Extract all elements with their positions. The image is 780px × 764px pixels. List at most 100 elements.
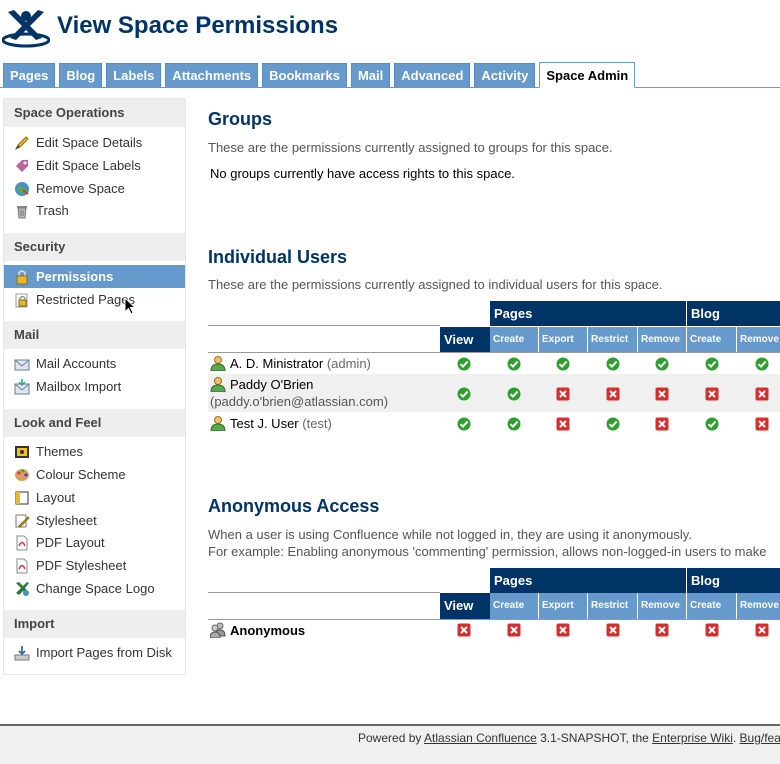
user-name-cell: Test J. User (test) (210, 415, 332, 431)
user-icon (210, 416, 226, 431)
user-username: (test) (302, 415, 332, 431)
sidebar-item-label: Themes (36, 444, 83, 459)
tab-activity[interactable]: Activity (474, 63, 536, 87)
column-view: View (440, 593, 490, 619)
sidebar-item-label: Stylesheet (36, 513, 97, 528)
permission-granted-icon-blog-create (705, 417, 719, 431)
permission-granted-icon-view (457, 387, 471, 401)
individual-users-heading: Individual Users (208, 247, 348, 267)
table-row: Paddy O'Brien (paddy.o'brien@atlassian.c… (208, 374, 780, 412)
mail-accounts-icon (14, 356, 30, 372)
sidebar-item-label: Permissions (36, 269, 114, 284)
sidebar-item-restricted-pages[interactable]: Restricted Pages (4, 288, 185, 311)
sidebar-item-import-pages-from-disk[interactable]: Import Pages from Disk (4, 641, 185, 664)
section-space-operations: Space Operations (4, 99, 185, 127)
anonymous-description-1: When a user is using Confluence while no… (208, 527, 692, 542)
column-group-pages: Pages (490, 301, 686, 326)
table-row: Test J. User (test) (208, 412, 780, 435)
column-pages-remove: Remove (638, 593, 686, 619)
import-disk-icon (14, 645, 30, 661)
permission-granted-icon-blog-create (705, 357, 719, 371)
bug-feature-link[interactable]: Bug/fea (740, 731, 780, 745)
permission-denied-icon-view (457, 623, 471, 637)
user-icon (210, 356, 226, 371)
sidebar-item-edit-space-details[interactable]: Edit Space Details (4, 131, 185, 154)
sidebar-item-label: Edit Space Details (36, 135, 143, 150)
tab-labels[interactable]: Labels (106, 63, 162, 87)
sidebar-item-permissions[interactable]: Permissions (4, 265, 185, 288)
sidebar-item-trash[interactable]: Trash (4, 199, 185, 222)
confluence-logo[interactable] (1, 8, 51, 48)
permission-granted-icon-pages-create (507, 357, 521, 371)
footer-version: 3.1-SNAPSHOT, the (536, 731, 653, 745)
groups-description: These are the permissions currently assi… (208, 140, 613, 155)
tab-space-admin[interactable]: Space Admin (539, 62, 636, 88)
atlassian-confluence-link[interactable]: Atlassian Confluence (424, 731, 537, 745)
permission-denied-icon-pages-create (507, 623, 521, 637)
permission-granted-icon-pages-create (507, 417, 521, 431)
footer: Powered by Atlassian Confluence 3.1-SNAP… (0, 724, 780, 764)
permission-granted-icon-view (457, 357, 471, 371)
user-icon (210, 377, 226, 392)
tab-mail[interactable]: Mail (350, 63, 391, 87)
column-group-pages: Pages (490, 568, 686, 593)
sidebar-item-themes[interactable]: Themes (4, 440, 185, 463)
lock-icon (14, 269, 30, 285)
column-pages-export: Export (539, 593, 587, 619)
sidebar-item-label: Layout (36, 490, 76, 505)
column-pages-restrict: Restrict (588, 327, 637, 353)
section-import: Import (4, 610, 185, 638)
sidebar-item-label: Mailbox Import (36, 379, 122, 394)
permission-denied-icon-pages-remove (655, 387, 669, 401)
section-security: Security (4, 233, 185, 261)
tab-bookmarks[interactable]: Bookmarks (262, 63, 347, 87)
sidebar-item-change-space-logo[interactable]: Change Space Logo (4, 577, 185, 600)
anonymous-description-2: For example: Enabling anonymous 'comment… (208, 544, 767, 559)
permission-denied-icon-pages-remove (655, 417, 669, 431)
sidebar-item-label: Remove Space (36, 181, 125, 196)
tab-pages[interactable]: Pages (3, 63, 56, 87)
permission-granted-icon-pages-create (507, 387, 521, 401)
logo-change-icon (14, 581, 30, 597)
permission-denied-icon-blog-remove (755, 623, 769, 637)
footer-prefix: Powered by (358, 731, 425, 745)
column-group-blog: Blog (687, 301, 780, 326)
individual-users-description: These are the permissions currently assi… (208, 277, 663, 292)
enterprise-wiki-link[interactable]: Enterprise Wiki (652, 731, 733, 745)
pdf-icon (14, 558, 30, 574)
sidebar-item-mail-accounts[interactable]: Mail Accounts (4, 352, 185, 375)
column-group-blog: Blog (687, 568, 780, 593)
column-pages-restrict: Restrict (588, 593, 637, 619)
sidebar-item-colour-scheme[interactable]: Colour Scheme (4, 463, 185, 486)
tab-blog[interactable]: Blog (59, 63, 103, 87)
permission-granted-icon-pages-restrict (606, 417, 620, 431)
sidebar-item-label: PDF Layout (36, 535, 105, 550)
anonymous-users-icon (210, 622, 226, 638)
sidebar-item-layout[interactable]: Layout (4, 486, 185, 509)
sidebar-item-label: Trash (36, 203, 69, 218)
sidebar-item-label: Change Space Logo (36, 581, 155, 596)
tab-attachments[interactable]: Attachments (165, 63, 259, 87)
sidebar-item-edit-space-labels[interactable]: Edit Space Labels (4, 154, 185, 177)
sidebar-item-mailbox-import[interactable]: Mailbox Import (4, 375, 185, 398)
user-username: (admin) (326, 355, 371, 371)
sidebar-item-pdf-layout[interactable]: PDF Layout (4, 531, 185, 554)
permission-denied-icon-pages-restrict (606, 623, 620, 637)
header-divider (208, 325, 440, 326)
anonymous-access-heading: Anonymous Access (208, 496, 380, 516)
space-admin-sidebar: Space Operations Edit Space Details Edit… (3, 98, 186, 675)
sidebar-item-label: Mail Accounts (36, 356, 117, 371)
permission-denied-icon-blog-remove (755, 387, 769, 401)
section-look-and-feel: Look and Feel (4, 409, 185, 437)
sidebar-item-pdf-stylesheet[interactable]: PDF Stylesheet (4, 554, 185, 577)
sidebar-item-remove-space[interactable]: Remove Space (4, 177, 185, 200)
table-row: Anonymous (208, 620, 780, 640)
tab-advanced[interactable]: Advanced (394, 63, 471, 87)
permission-granted-icon-pages-restrict (606, 357, 620, 371)
sidebar-item-stylesheet[interactable]: Stylesheet (4, 509, 185, 532)
stylesheet-icon (14, 513, 30, 529)
restricted-lock-icon (14, 292, 30, 308)
themes-icon (14, 444, 30, 460)
permission-granted-icon-blog-remove (755, 357, 769, 371)
user-name: Paddy O'Brien (230, 376, 314, 392)
